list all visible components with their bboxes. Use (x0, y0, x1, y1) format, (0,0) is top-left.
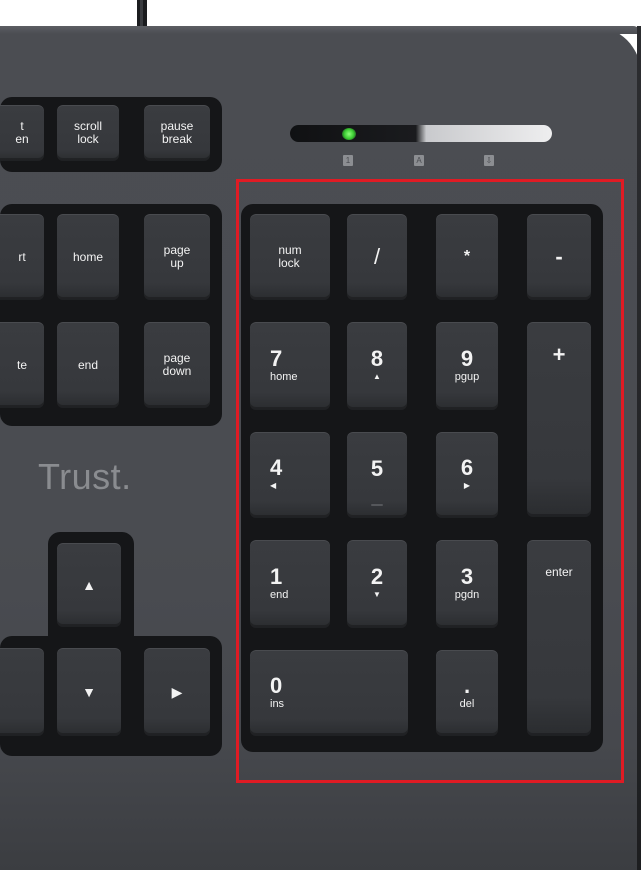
scroll-lock-label: scroll lock (73, 119, 102, 146)
scroll-lock-key[interactable]: scroll lock (57, 105, 119, 161)
numpad-highlight-box (236, 179, 624, 783)
delete-key[interactable]: te (0, 322, 44, 408)
num-lock-led (342, 128, 356, 140)
arrow-up-icon: ▲ (82, 577, 96, 593)
page-down-label: page down (162, 351, 192, 378)
arrow-left-key[interactable] (0, 648, 44, 736)
insert-key[interactable]: rt (0, 214, 44, 300)
end-key[interactable]: end (57, 322, 119, 408)
print-screen-key[interactable]: t en (0, 105, 44, 161)
page-up-label: page up (163, 243, 191, 270)
page-down-key[interactable]: page down (144, 322, 210, 408)
home-key[interactable]: home (57, 214, 119, 300)
print-screen-label: t en (15, 119, 29, 146)
arrow-right-key[interactable]: ▶ (144, 648, 210, 736)
pause-break-key[interactable]: pause break (144, 105, 210, 161)
keyboard-edge (637, 26, 641, 870)
arrow-right-icon: ▶ (171, 683, 183, 700)
pause-break-label: pause break (160, 119, 194, 146)
insert-label: rt (18, 249, 26, 264)
lock-led-bar (290, 125, 552, 142)
page-up-key[interactable]: page up (144, 214, 210, 300)
delete-label: te (16, 357, 27, 372)
home-label: home (72, 249, 104, 264)
caps-lock-indicator-icon: A (414, 155, 424, 166)
end-label: end (77, 357, 99, 372)
arrow-up-key[interactable]: ▲ (57, 543, 121, 627)
arrow-down-icon: ▼ (82, 684, 96, 700)
scroll-lock-indicator-icon: ⇩ (484, 155, 494, 166)
trust-logo: Trust. (38, 456, 132, 497)
num-lock-indicator-icon: 1 (343, 155, 353, 166)
arrow-down-key[interactable]: ▼ (57, 648, 121, 736)
